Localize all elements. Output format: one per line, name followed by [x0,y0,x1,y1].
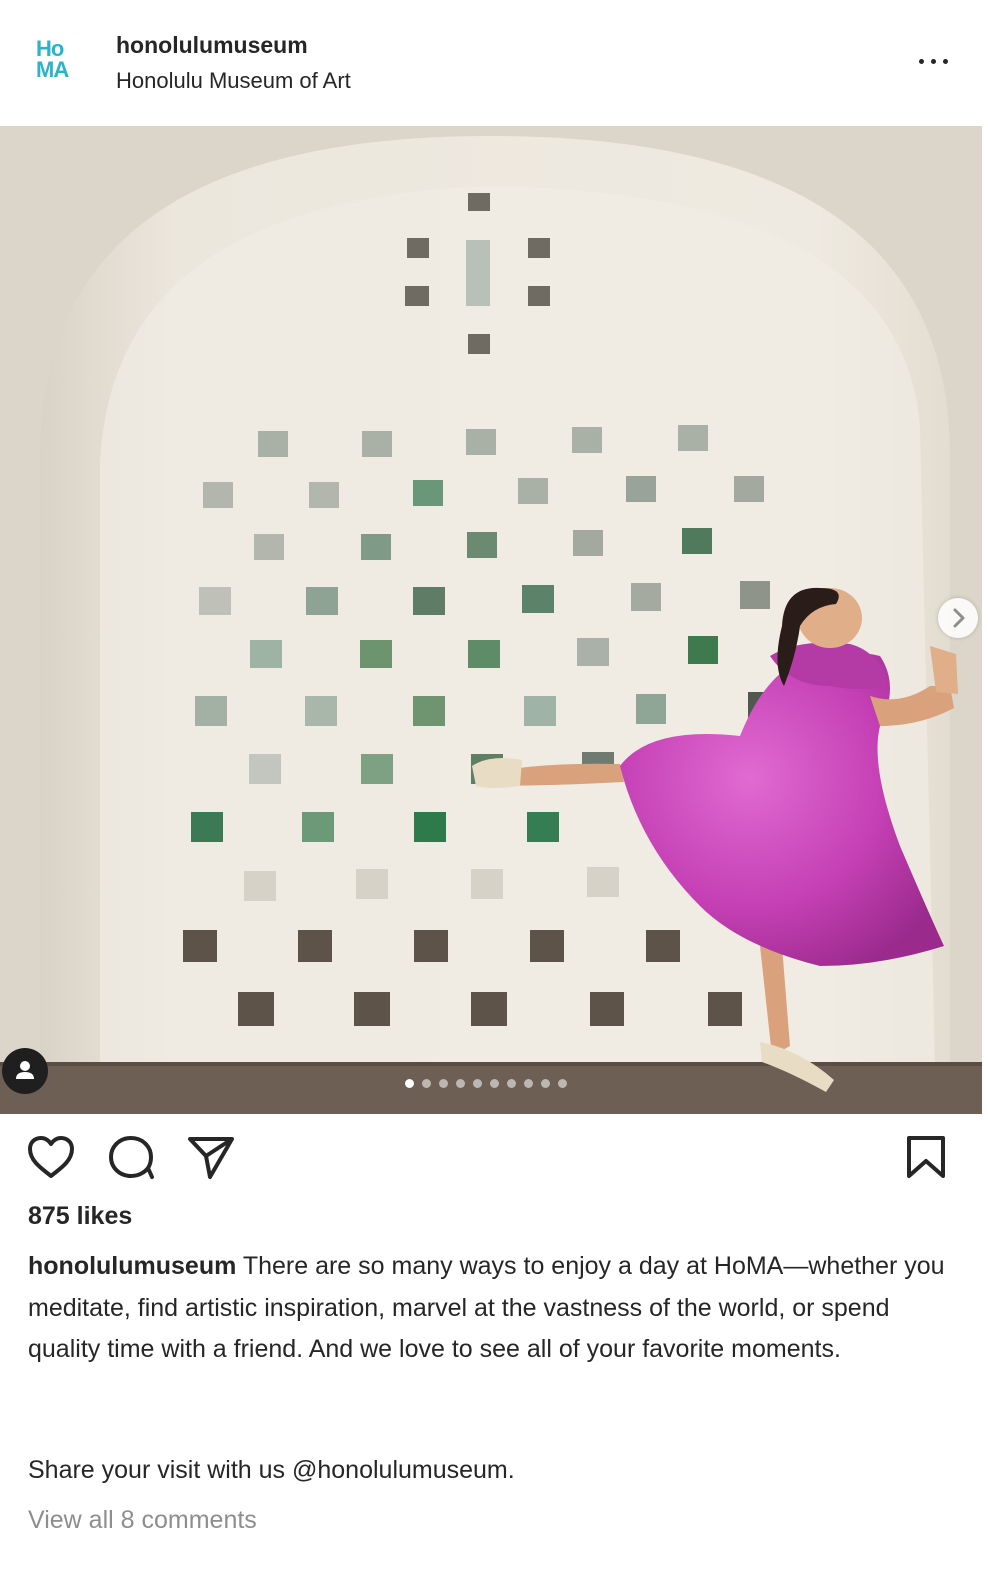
carousel-next-button[interactable] [938,598,978,638]
logo-line-2: MA [36,57,69,82]
caption: honolulumuseum There are so many ways to… [28,1246,958,1371]
carousel-dot [490,1079,499,1088]
photo-illustration [0,126,982,1114]
logo-line-1: Ho [36,36,64,61]
carousel-dot [473,1079,482,1088]
floor [0,1064,982,1114]
likes-count[interactable]: 875 likes [28,1202,132,1231]
share-icon [188,1137,234,1179]
chevron-right-icon [953,608,965,628]
more-options-button[interactable] [912,46,956,76]
carousel-dot [558,1079,567,1088]
post-header: Ho MA honolulumuseum Honolulu Museum of … [0,0,988,126]
instagram-post: Ho MA honolulumuseum Honolulu Museum of … [0,0,988,1578]
carousel-dot [422,1079,431,1088]
user-tag-icon [16,1061,34,1079]
like-button[interactable] [26,1134,76,1180]
bookmark-icon [907,1136,945,1178]
location-link[interactable]: Honolulu Museum of Art [116,68,351,94]
carousel-dot [439,1079,448,1088]
carousel-dot [456,1079,465,1088]
caption-share-line: Share your visit with us @honolulumuseum… [28,1456,515,1484]
heart-icon [28,1136,74,1178]
carousel-dot [541,1079,550,1088]
carousel-dot [405,1079,414,1088]
share-button[interactable] [186,1134,236,1180]
comment-icon [109,1136,154,1179]
carousel-dot [524,1079,533,1088]
post-image[interactable] [0,126,982,1114]
carousel-dot [507,1079,516,1088]
account-username[interactable]: honolulumuseum [116,32,308,59]
account-logo[interactable]: Ho MA [36,38,84,86]
caption-username[interactable]: honolulumuseum [28,1252,236,1280]
comment-button[interactable] [106,1134,156,1180]
view-all-comments-link[interactable]: View all 8 comments [28,1506,257,1535]
floor-edge [0,1062,982,1066]
tagged-users-button[interactable] [2,1048,48,1094]
save-button[interactable] [904,1134,948,1180]
